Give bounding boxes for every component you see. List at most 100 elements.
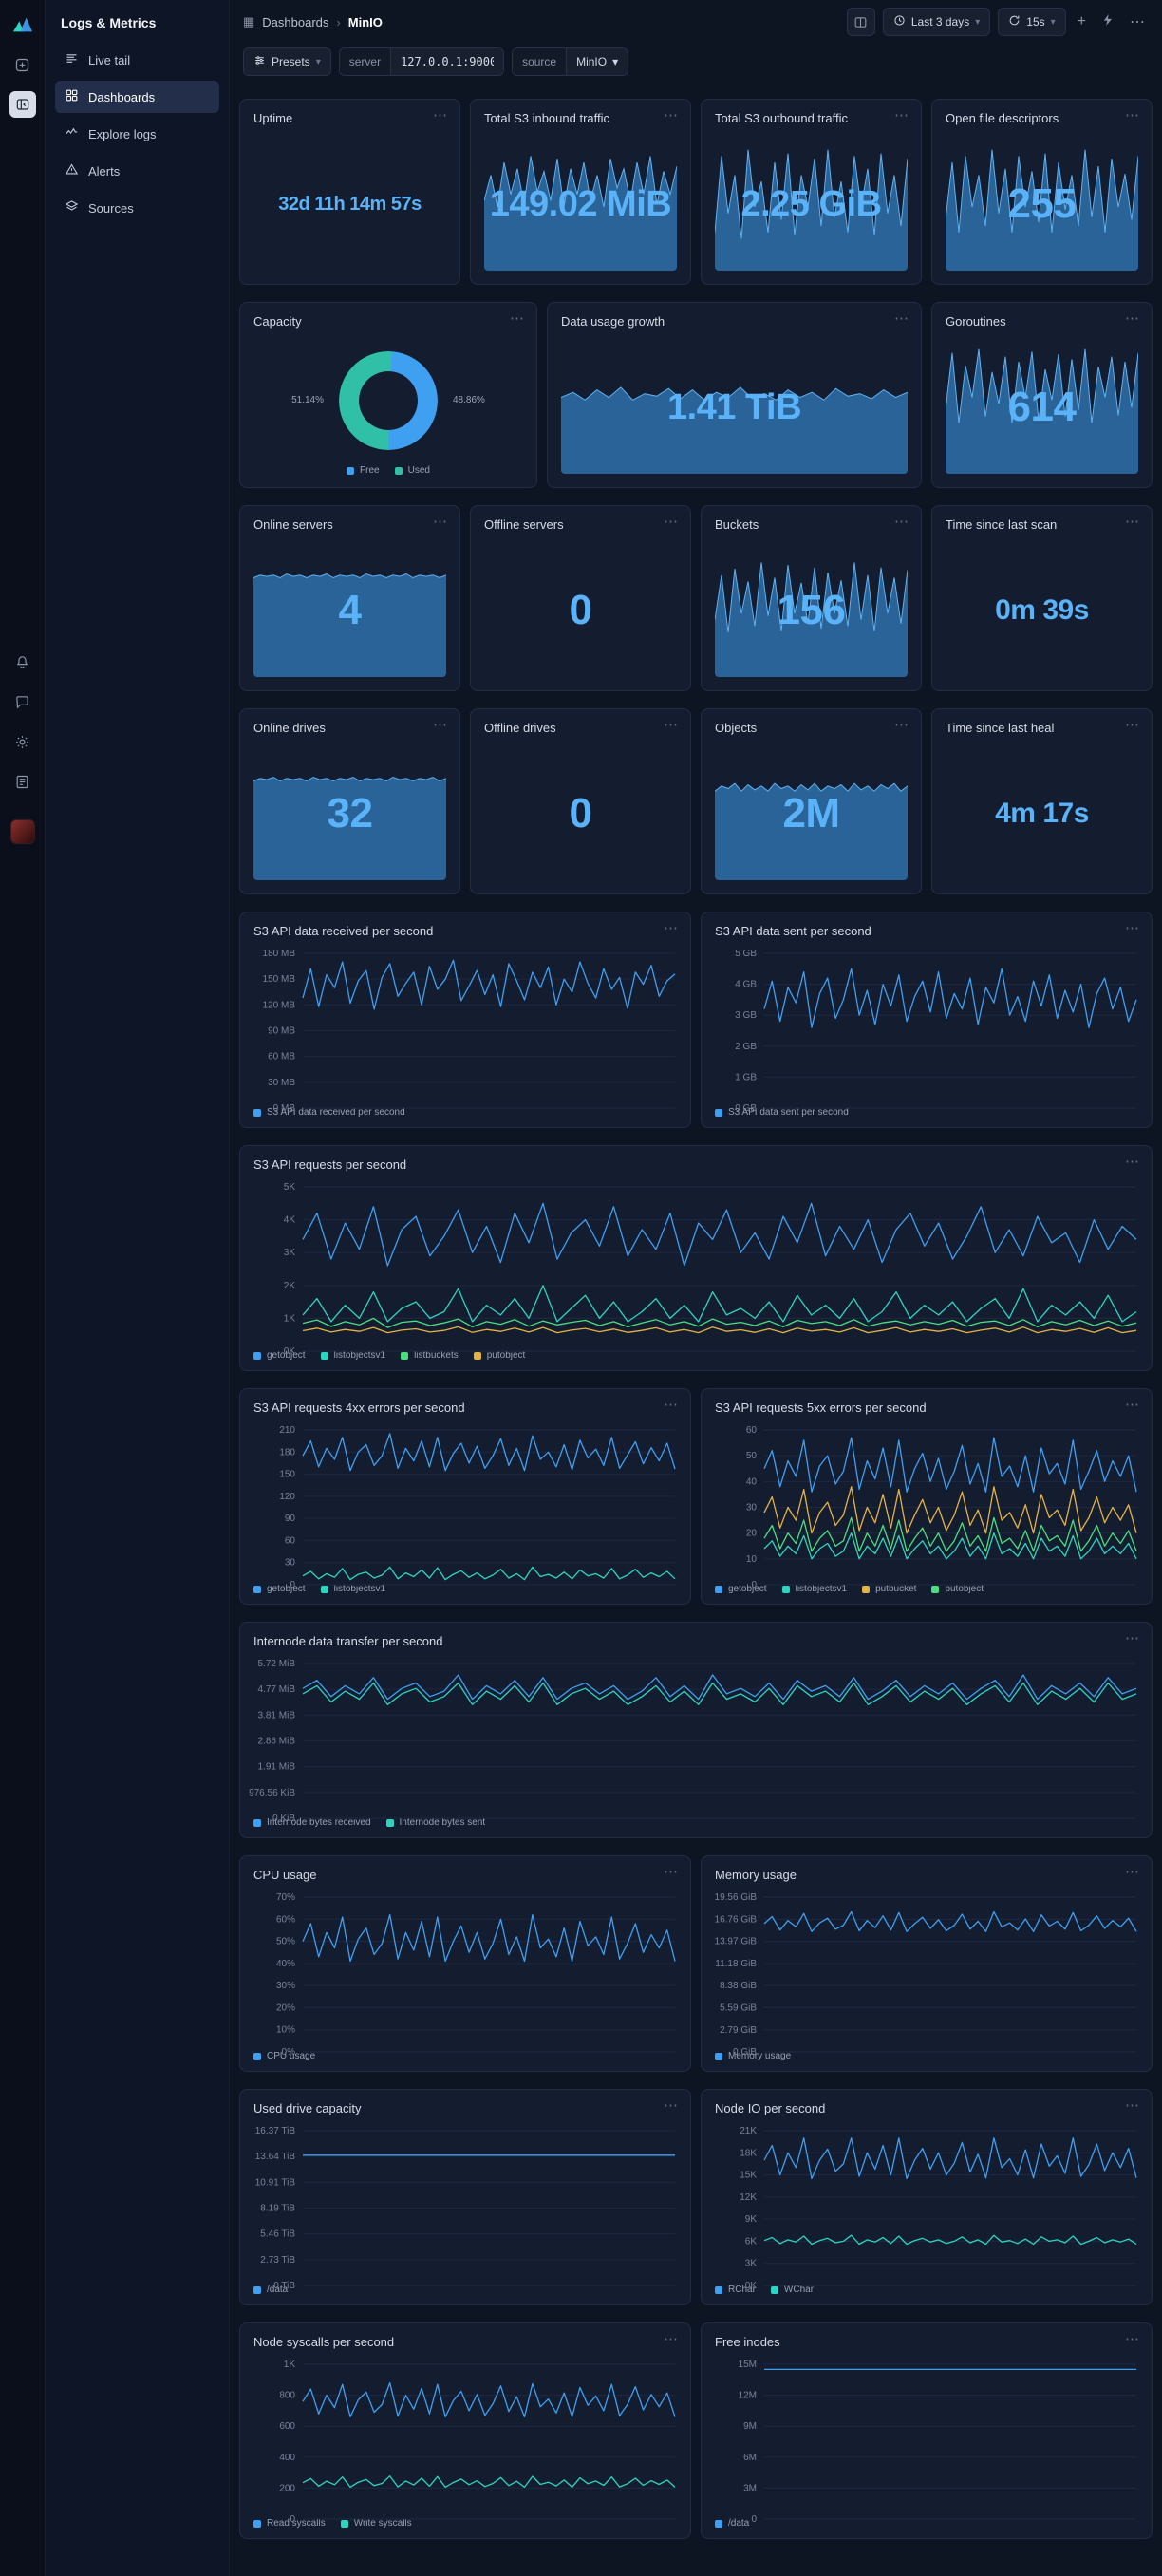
card-title: Total S3 inbound traffic xyxy=(484,111,610,125)
card-menu-icon[interactable]: ⋯ xyxy=(894,108,909,122)
card-menu-icon[interactable]: ⋯ xyxy=(1125,718,1140,732)
card-menu-icon[interactable]: ⋯ xyxy=(664,718,679,732)
legend-item[interactable]: Free xyxy=(347,465,380,476)
sidebar-item-label: Live tail xyxy=(88,52,131,67)
svg-text:5.59 GiB: 5.59 GiB xyxy=(720,2003,757,2013)
server-input[interactable] xyxy=(391,48,504,75)
card-menu-icon[interactable]: ⋯ xyxy=(433,515,448,529)
sidebar-item-explore-logs[interactable]: Explore logs xyxy=(55,118,219,150)
card-menu-icon[interactable]: ⋯ xyxy=(1125,311,1140,326)
card-title: Open file descriptors xyxy=(946,111,1059,125)
legend-item[interactable]: Used xyxy=(394,465,430,476)
sidebar-title: Logs & Metrics xyxy=(61,15,157,30)
card-menu-icon[interactable]: ⋯ xyxy=(664,1398,679,1412)
card-menu-icon[interactable]: ⋯ xyxy=(1125,1865,1140,1879)
card-title: Objects xyxy=(715,721,758,735)
notifications-bell-icon[interactable] xyxy=(9,649,36,675)
chart-plot[interactable]: 0% 10% 20% 30% 40% 50% 60% 70% xyxy=(246,1890,681,2058)
svg-text:8.19 TiB: 8.19 TiB xyxy=(260,2203,295,2213)
sidebar-item-live-tail[interactable]: Live tail xyxy=(55,44,219,76)
card-title: Online drives xyxy=(253,721,326,735)
card-menu-icon[interactable]: ⋯ xyxy=(1125,1398,1140,1412)
chart-plot[interactable]: 0 30 60 90 120 150 180 210 xyxy=(246,1422,681,1590)
svg-text:0: 0 xyxy=(290,1580,295,1590)
chart-plot[interactable]: 0 GB 1 GB 2 GB 3 GB 4 GB 5 GB xyxy=(707,946,1142,1114)
capacity-donut[interactable] xyxy=(339,350,438,450)
objects-value: 2M xyxy=(782,790,840,837)
svg-text:40: 40 xyxy=(746,1476,758,1487)
svg-text:6M: 6M xyxy=(743,2453,757,2463)
svg-text:3K: 3K xyxy=(284,1248,296,1258)
clock-icon xyxy=(893,14,906,29)
sidebar-item-dashboards[interactable]: Dashboards xyxy=(55,81,219,113)
card-title: Uptime xyxy=(253,111,293,125)
card-menu-icon[interactable]: ⋯ xyxy=(664,515,679,529)
chart-plot[interactable]: 0 KiB 976.56 KiB 1.91 MiB 2.86 MiB 3.81 MiB 4… xyxy=(246,1656,1142,1824)
chart-plot[interactable]: 0 3M 6M 9M 12M 15M xyxy=(707,2357,1142,2525)
svg-text:8.38 GiB: 8.38 GiB xyxy=(720,1981,757,1991)
breadcrumb-current-minio[interactable]: MinIO xyxy=(348,15,383,29)
sidebar-item-alerts[interactable]: Alerts xyxy=(55,155,219,187)
docs-icon[interactable] xyxy=(9,768,36,795)
refresh-interval-dropdown[interactable]: 15s ▾ xyxy=(998,8,1066,36)
svg-text:9M: 9M xyxy=(743,2421,757,2432)
card-title: Memory usage xyxy=(715,1868,797,1882)
collapse-sidebar-icon[interactable] xyxy=(9,91,36,118)
card-menu-icon[interactable]: ⋯ xyxy=(1125,515,1140,529)
card-menu-icon[interactable]: ⋯ xyxy=(664,2332,679,2346)
card-menu-icon[interactable]: ⋯ xyxy=(1125,2332,1140,2346)
chart-plot[interactable]: 0 TiB 2.73 TiB 5.46 TiB 8.19 TiB 10.91 TiB 13… xyxy=(246,2123,681,2291)
svg-text:15K: 15K xyxy=(740,2171,757,2181)
inbound-value: 149.02 MiB xyxy=(489,183,672,224)
card-menu-icon[interactable]: ⋯ xyxy=(664,2098,679,2113)
svg-text:3.81 MiB: 3.81 MiB xyxy=(258,1710,296,1720)
server-filter-label: server xyxy=(339,48,392,75)
card-title: Free inodes xyxy=(715,2335,780,2349)
card-menu-icon[interactable]: ⋯ xyxy=(433,108,448,122)
card-menu-icon[interactable]: ⋯ xyxy=(510,311,525,326)
card-menu-icon[interactable]: ⋯ xyxy=(664,108,679,122)
user-avatar[interactable] xyxy=(9,819,35,844)
theme-sun-icon[interactable] xyxy=(9,728,36,755)
chart-plot[interactable]: 0 200 400 600 800 1K xyxy=(246,2357,681,2525)
new-item-icon[interactable] xyxy=(9,51,36,78)
svg-text:976.56 KiB: 976.56 KiB xyxy=(249,1788,295,1798)
card-title: S3 API requests 4xx errors per second xyxy=(253,1401,465,1415)
panels-button[interactable] xyxy=(846,8,875,36)
svg-text:2 GB: 2 GB xyxy=(735,1042,757,1052)
card-menu-icon[interactable]: ⋯ xyxy=(664,1865,679,1879)
card-menu-icon[interactable]: ⋯ xyxy=(1125,1631,1140,1645)
time-range-dropdown[interactable]: Last 3 days ▾ xyxy=(882,8,991,36)
card-menu-icon[interactable]: ⋯ xyxy=(664,921,679,935)
chart-plot[interactable]: 0 10 20 30 40 50 60 xyxy=(707,1422,1142,1590)
bolt-icon[interactable] xyxy=(1097,13,1118,31)
card-goroutines: Goroutines ⋯ 614 xyxy=(931,302,1153,488)
card-menu-icon[interactable]: ⋯ xyxy=(894,515,909,529)
card-menu-icon[interactable]: ⋯ xyxy=(1125,2098,1140,2113)
breadcrumb-dashboards-link[interactable]: Dashboards xyxy=(262,15,328,29)
more-options-icon[interactable]: ⋯ xyxy=(1126,12,1149,31)
chart-plot[interactable]: 0K 1K 2K 3K 4K 5K xyxy=(246,1179,1142,1357)
card-menu-icon[interactable]: ⋯ xyxy=(1125,108,1140,122)
card-menu-icon[interactable]: ⋯ xyxy=(1125,921,1140,935)
capacity-used-label: 51.14% xyxy=(291,395,324,405)
svg-text:30%: 30% xyxy=(276,1981,295,1991)
card-menu-icon[interactable]: ⋯ xyxy=(894,311,909,326)
chart-plot[interactable]: 0 GiB 2.79 GiB 5.59 GiB 8.38 GiB 11.18 GiB 13… xyxy=(707,1890,1142,2058)
chart-plot[interactable]: 0K 3K 6K 9K 12K 15K 18K 21K xyxy=(707,2123,1142,2291)
sidebar-item-sources[interactable]: Sources xyxy=(55,192,219,224)
svg-text:0K: 0K xyxy=(745,2281,758,2291)
svg-text:180: 180 xyxy=(279,1447,295,1457)
feedback-chat-icon[interactable] xyxy=(9,688,36,715)
card-title: Buckets xyxy=(715,517,759,532)
app-logo-icon[interactable] xyxy=(9,11,36,38)
svg-text:0 MB: 0 MB xyxy=(273,1103,296,1114)
add-panel-icon[interactable]: + xyxy=(1074,13,1090,30)
chart-plot[interactable]: 0 MB 30 MB 60 MB 90 MB 120 MB 150 MB 180 MB xyxy=(246,946,681,1114)
card-menu-icon[interactable]: ⋯ xyxy=(894,718,909,732)
source-dropdown[interactable]: MinIO ▾ xyxy=(567,48,628,75)
presets-dropdown[interactable]: Presets ▾ xyxy=(243,47,331,76)
card-menu-icon[interactable]: ⋯ xyxy=(1125,1155,1140,1169)
card-menu-icon[interactable]: ⋯ xyxy=(433,718,448,732)
sliders-icon xyxy=(253,54,266,69)
